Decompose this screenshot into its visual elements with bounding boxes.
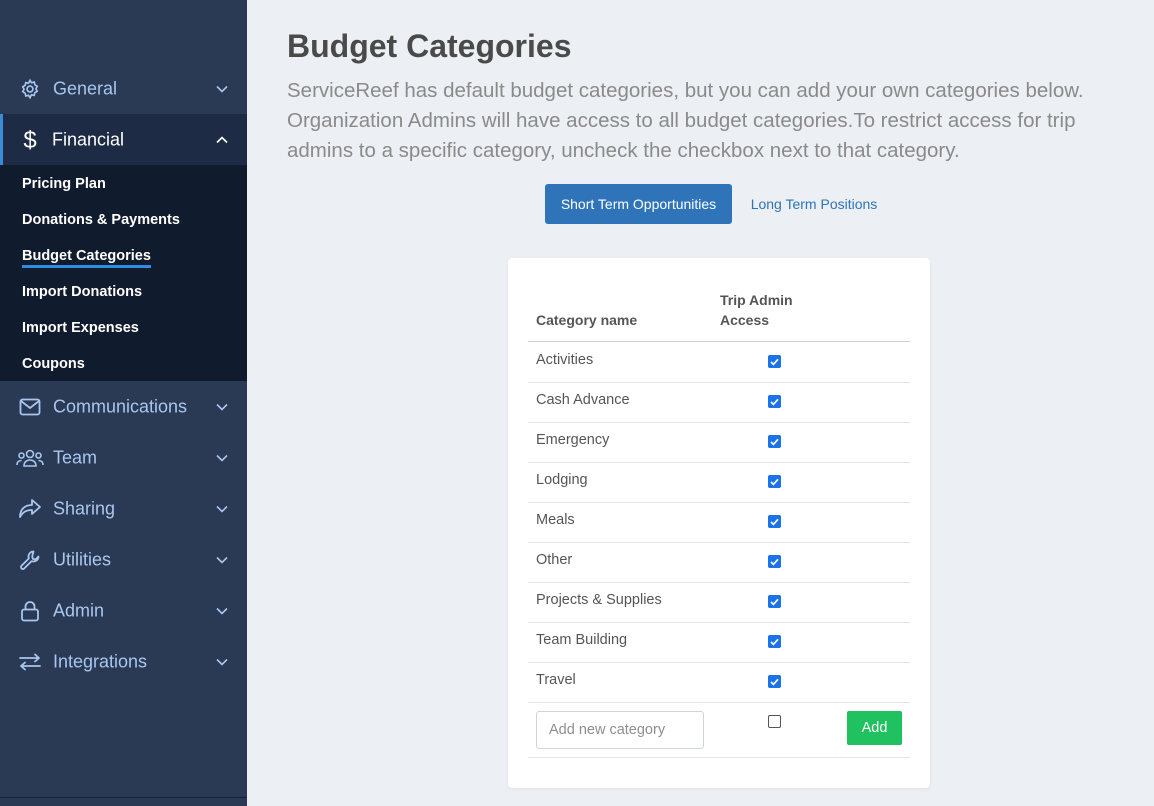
column-header-category: Category name [536,312,638,328]
nav-general-label: General [53,78,118,98]
row-divider [528,662,910,663]
access-checkbox[interactable] [768,595,781,608]
table-row-name: Emergency [536,432,610,448]
access-checkbox[interactable] [768,355,781,368]
sidebar-divider [0,797,247,798]
lock-icon [18,599,42,623]
nav-general[interactable]: General [0,63,247,114]
row-divider [528,702,910,703]
tab-short-term-opportunities[interactable]: Short Term Opportunities [545,184,732,224]
new-category-input[interactable] [536,711,704,749]
envelope-icon [18,395,42,419]
sub-coupons[interactable]: Coupons [22,356,85,372]
table-row-name: Other [536,552,573,568]
row-divider [528,422,910,423]
access-checkbox[interactable] [768,395,781,408]
chevron-down-icon [215,604,229,618]
table-row-name: Cash Advance [536,392,630,408]
financial-submenu: Pricing Plan Donations & Payments Budget… [0,165,247,381]
sidebar: General $ Financial Pricing Plan Donatio… [0,0,247,806]
svg-text:$: $ [23,127,36,153]
add-category-button[interactable]: Add [847,711,902,745]
chevron-down-icon [215,655,229,669]
page-description: ServiceReef has default budget categorie… [287,79,1084,162]
nav-communications[interactable]: Communications [0,381,247,432]
column-header-access-line2: Access [720,312,770,328]
nav-financial-label: Financial [52,129,125,149]
table-row-name: Meals [536,512,575,528]
new-category-access-checkbox[interactable] [768,715,781,728]
column-header-access-line1: Trip Admin [720,292,793,308]
users-icon [16,446,44,470]
chevron-up-icon [215,133,229,147]
nav-sharing-label: Sharing [53,498,116,518]
row-divider [528,757,910,758]
row-divider [528,382,910,383]
sub-import-expenses[interactable]: Import Expenses [22,320,139,336]
chevron-down-icon [215,451,229,465]
share-icon [18,497,42,521]
nav-integrations-label: Integrations [53,651,148,671]
table-row-name: Lodging [536,472,588,488]
sub-donations-payments[interactable]: Donations & Payments [22,212,180,228]
nav-admin-label: Admin [53,600,105,620]
table-row-name: Travel [536,672,576,688]
nav-sharing[interactable]: Sharing [0,483,247,534]
column-header-access: Trip Admin Access [720,290,793,330]
chevron-down-icon [215,553,229,567]
access-checkbox[interactable] [768,515,781,528]
page-title: Budget Categories [287,28,572,64]
nav-admin[interactable]: Admin [0,585,247,636]
nav-utilities-label: Utilities [53,549,112,569]
row-divider [528,622,910,623]
row-divider [528,502,910,503]
chevron-down-icon [215,400,229,414]
nav-team[interactable]: Team [0,432,247,483]
nav-integrations[interactable]: Integrations [0,636,247,687]
row-divider [528,582,910,583]
table-row-name: Team Building [536,632,628,648]
nav-communications-label: Communications [53,396,188,416]
budget-categories-card: Category name Trip Admin Access Activiti… [508,258,930,788]
nav-team-label: Team [53,447,98,467]
nav-utilities[interactable]: Utilities [0,534,247,585]
dollar-icon: $ [18,127,42,153]
row-divider [528,542,910,543]
chevron-down-icon [215,82,229,96]
gear-icon [18,77,42,101]
sub-import-donations[interactable]: Import Donations [22,284,142,300]
sub-budget-categories[interactable]: Budget Categories [22,248,151,268]
access-checkbox[interactable] [768,435,781,448]
sub-pricing-plan[interactable]: Pricing Plan [22,176,106,192]
nav-financial[interactable]: $ Financial [0,114,247,165]
wrench-icon [18,548,42,572]
row-divider [528,462,910,463]
table-row-name: Projects & Supplies [536,592,662,608]
access-checkbox[interactable] [768,475,781,488]
table-row-name: Activities [536,352,594,368]
exchange-icon [18,650,42,674]
access-checkbox[interactable] [768,635,781,648]
access-checkbox[interactable] [768,675,781,688]
access-checkbox[interactable] [768,555,781,568]
tab-long-term-positions[interactable]: Long Term Positions [740,184,888,224]
chevron-down-icon [215,502,229,516]
header-divider [528,341,910,342]
